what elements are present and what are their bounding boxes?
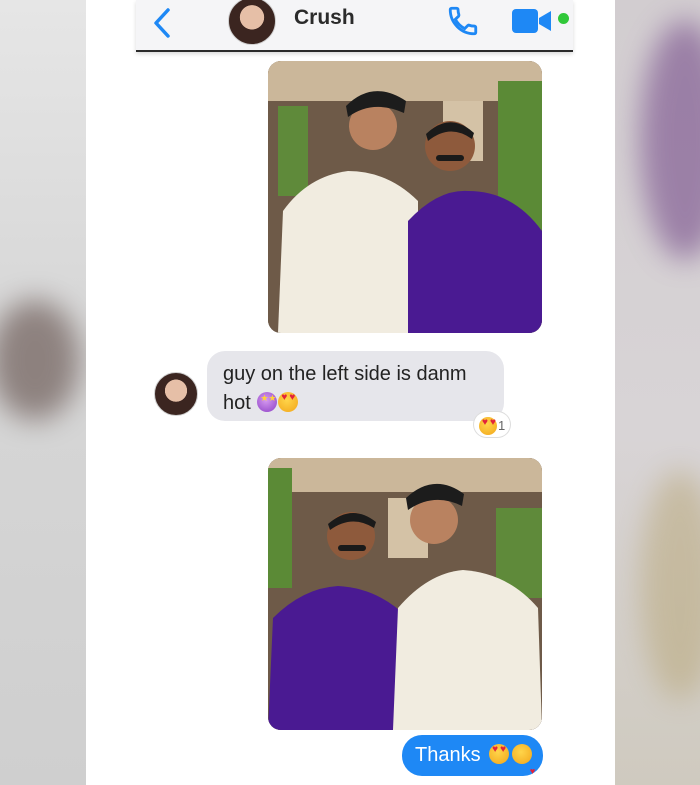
- incoming-message-bubble[interactable]: guy on the left side is danm hot: [207, 351, 504, 421]
- contact-avatar-small[interactable]: [154, 372, 198, 416]
- contact-avatar[interactable]: [228, 0, 276, 45]
- online-status-dot: [558, 13, 569, 24]
- call-button[interactable]: [446, 4, 480, 38]
- back-button[interactable]: [148, 6, 176, 40]
- blurred-shape: [640, 20, 700, 260]
- video-camera-icon: [512, 9, 551, 33]
- blurred-shape: [0, 300, 80, 420]
- blurred-background-right: [615, 0, 700, 785]
- back-chevron-icon: [154, 8, 170, 38]
- chat-screen: Crush guy on the left side is danm hot ★…: [86, 0, 615, 785]
- contact-name[interactable]: Crush: [294, 6, 355, 30]
- blurred-shape: [640, 470, 700, 700]
- shared-photo[interactable]: [268, 458, 542, 730]
- star-struck-emoji: [257, 392, 278, 412]
- outgoing-message-text: Thanks: [415, 744, 481, 766]
- message-reaction[interactable]: 1: [474, 412, 511, 437]
- heart-eyes-emoji: [489, 744, 510, 764]
- photo-illustration: [268, 61, 542, 333]
- phone-icon: [448, 6, 478, 36]
- kissing-face-emoji: [512, 744, 535, 785]
- outgoing-message-bubble[interactable]: Thanks: [402, 735, 543, 785]
- chat-header: Crush: [136, 0, 573, 52]
- heart-eyes-emoji: [278, 392, 299, 412]
- reaction-count: 1: [498, 418, 506, 433]
- video-call-button[interactable]: [511, 8, 553, 34]
- photo-illustration: [268, 458, 542, 730]
- shared-photo[interactable]: [268, 61, 542, 333]
- blurred-background-left: [0, 0, 86, 785]
- heart-eyes-emoji: [479, 416, 497, 435]
